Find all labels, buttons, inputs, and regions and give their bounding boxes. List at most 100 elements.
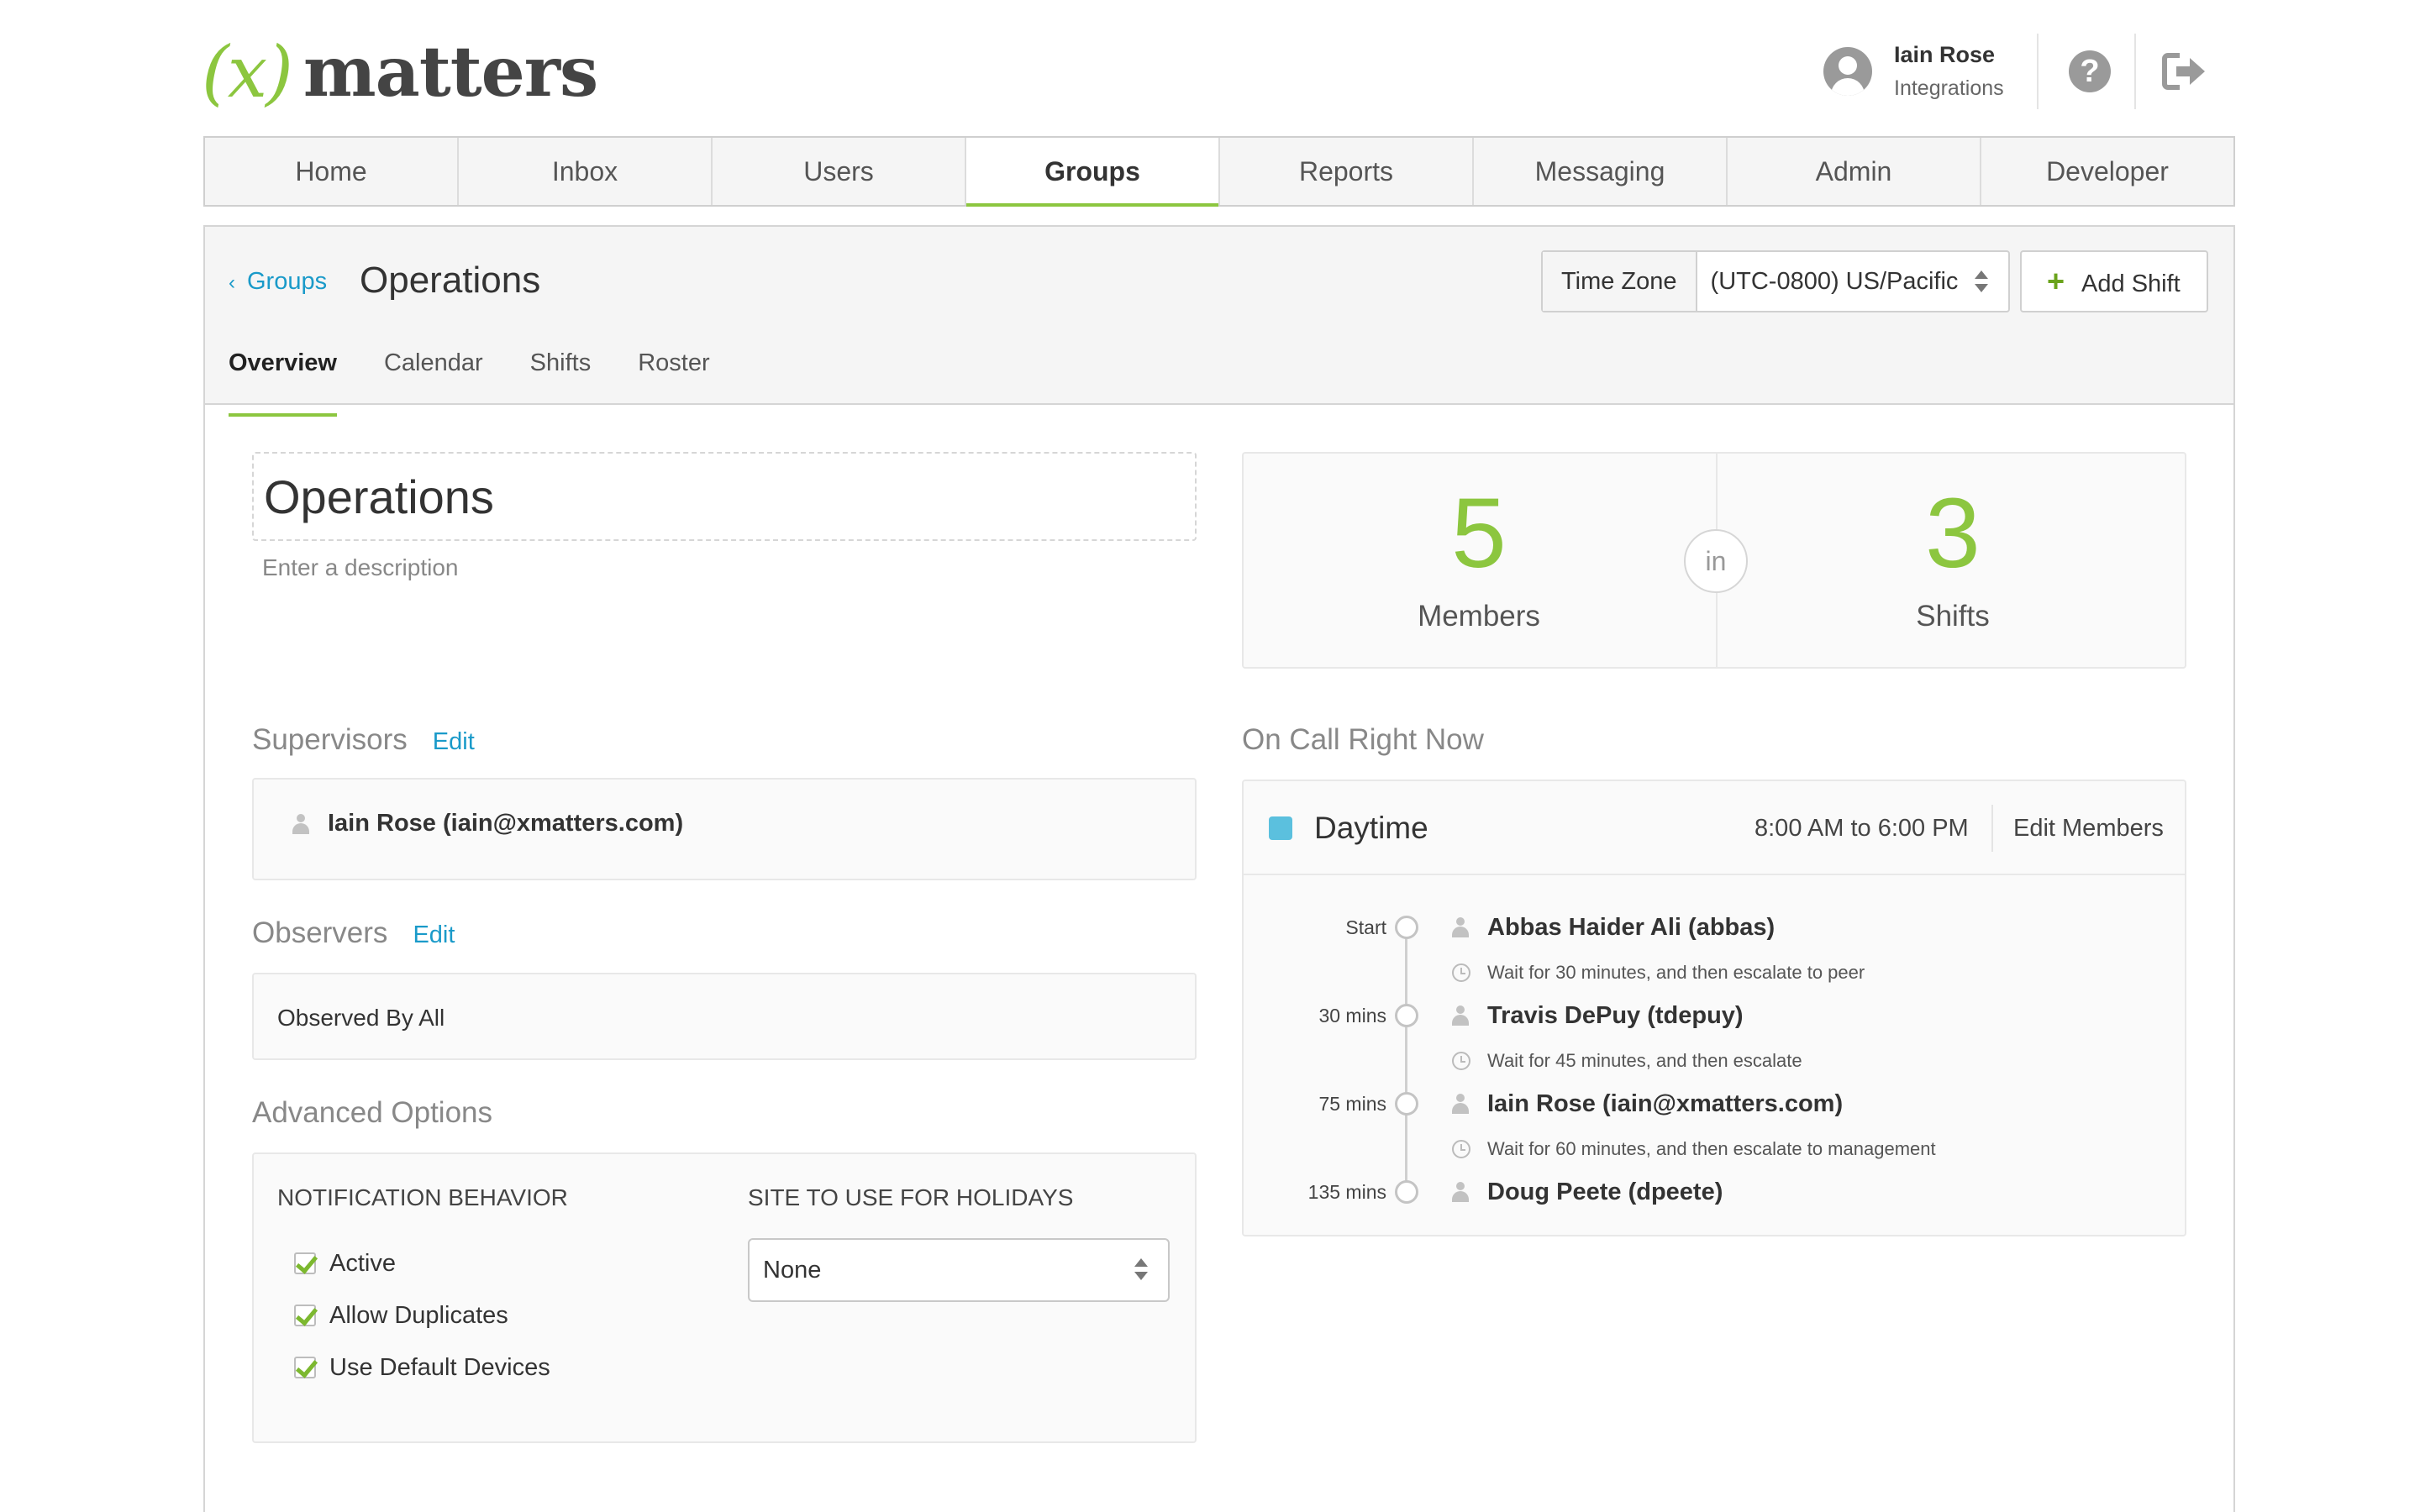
members-stat[interactable]: 5 Members	[1244, 479, 1714, 642]
escalation-wait: Wait for 45 minutes, and then escalate	[1452, 1046, 1802, 1076]
group-stats: 5 Members 3 Shifts in	[1242, 452, 2186, 669]
breadcrumb-label: Groups	[247, 268, 328, 295]
tab-roster[interactable]: Roster	[638, 336, 709, 403]
escalation-member[interactable]: Doug Peete (dpeete)	[1452, 1173, 1723, 1210]
user-role: Integrations	[1894, 76, 2004, 100]
nav-home[interactable]: Home	[205, 138, 459, 205]
observers-title: Observers	[252, 916, 388, 949]
escalation-member[interactable]: Abbas Haider Ali (abbas)	[1452, 909, 1775, 946]
shifts-stat[interactable]: 3 Shifts	[1718, 479, 2188, 642]
nav-messaging[interactable]: Messaging	[1474, 138, 1728, 205]
user-avatar-icon	[1823, 47, 1872, 96]
use-default-devices-checkbox-row[interactable]: Use Default Devices	[294, 1349, 550, 1386]
notification-behavior-header: NOTIFICATION BEHAVIOR	[277, 1184, 568, 1210]
time-zone-label: Time Zone	[1543, 252, 1697, 311]
active-checkbox[interactable]	[294, 1252, 316, 1274]
timeline-node	[1395, 1004, 1418, 1027]
person-icon	[292, 813, 309, 834]
main-nav: Home Inbox Users Groups Reports Messagin…	[203, 136, 2235, 207]
clock-icon	[1452, 1052, 1470, 1070]
nav-admin[interactable]: Admin	[1728, 138, 1981, 205]
edit-supervisors-link[interactable]: Edit	[433, 728, 475, 755]
user-menu[interactable]: Iain Rose Integrations	[1823, 34, 2004, 109]
holiday-site-select[interactable]: None	[748, 1238, 1170, 1302]
person-icon	[1452, 917, 1469, 937]
add-shift-button[interactable]: + Add Shift	[2020, 250, 2208, 312]
supervisors-heading: Supervisors Edit	[252, 719, 475, 763]
group-name-value: Operations	[264, 470, 494, 523]
xmatters-logo[interactable]: (x) matters	[202, 30, 598, 114]
timeline-node	[1395, 916, 1418, 939]
logo-mark: (x)	[202, 31, 293, 113]
select-arrows-icon	[1134, 1258, 1148, 1280]
nav-users[interactable]: Users	[713, 138, 966, 205]
active-label: Active	[329, 1250, 396, 1277]
group-tabs: Overview Calendar Shifts Roster	[229, 336, 757, 417]
edit-members-button[interactable]: Edit Members	[2013, 808, 2164, 848]
active-checkbox-row[interactable]: Active	[294, 1245, 396, 1282]
group-name-field[interactable]: Operations	[252, 452, 1197, 541]
advanced-options-card: NOTIFICATION BEHAVIOR SITE TO USE FOR HO…	[252, 1152, 1197, 1443]
supervisors-card: Iain Rose (iain@xmatters.com)	[252, 778, 1197, 880]
nav-developer[interactable]: Developer	[1981, 138, 2233, 205]
shift-time: 8:00 AM to 6:00 PM	[1754, 815, 1969, 842]
observers-card: Observed By All	[252, 973, 1197, 1060]
escalation-offset: 30 mins	[1318, 1005, 1386, 1026]
edit-observers-link[interactable]: Edit	[413, 921, 455, 948]
on-call-shift-header: Daytime 8:00 AM to 6:00 PM Edit Members	[1244, 781, 2185, 875]
holiday-site-header: SITE TO USE FOR HOLIDAYS	[748, 1184, 1074, 1210]
on-call-card: Daytime 8:00 AM to 6:00 PM Edit Members …	[1242, 780, 2186, 1236]
shift-color-swatch	[1269, 816, 1292, 840]
chevron-left-icon: ‹	[229, 271, 235, 294]
header-divider	[2037, 34, 2039, 109]
on-call-title: On Call Right Now	[1242, 723, 1484, 756]
tab-shifts[interactable]: Shifts	[530, 336, 592, 403]
clock-icon	[1452, 1140, 1470, 1158]
escalation-offset: 135 mins	[1307, 1181, 1386, 1203]
escalation-member[interactable]: Travis DePuy (tdepuy)	[1452, 997, 1744, 1034]
escalation-wait-text: Wait for 60 minutes, and then escalate t…	[1487, 1138, 1936, 1159]
shifts-count: 3	[1925, 478, 1981, 589]
nav-inbox[interactable]: Inbox	[459, 138, 713, 205]
group-panel: ‹ Groups Operations Time Zone (UTC-0800) …	[203, 225, 2235, 1512]
timeline-node	[1395, 1180, 1418, 1204]
members-label: Members	[1418, 600, 1540, 633]
user-name: Iain Rose	[1894, 42, 1996, 67]
escalation-member[interactable]: Iain Rose (iain@xmatters.com)	[1452, 1085, 1843, 1122]
person-icon	[1452, 1182, 1469, 1202]
escalation-wait: Wait for 30 minutes, and then escalate t…	[1452, 958, 1865, 988]
nav-groups[interactable]: Groups	[966, 138, 1220, 207]
observers-heading: Observers Edit	[252, 912, 455, 956]
supervisor-item: Iain Rose (iain@xmatters.com)	[292, 810, 683, 837]
header-divider	[1991, 805, 1993, 852]
advanced-options-title: Advanced Options	[252, 1096, 493, 1129]
escalation-member-name: Abbas Haider Ali (abbas)	[1487, 914, 1776, 941]
escalation-offset: Start	[1345, 916, 1386, 938]
allow-duplicates-checkbox[interactable]	[294, 1305, 316, 1326]
holiday-site-value: None	[763, 1257, 822, 1284]
shift-name[interactable]: Daytime	[1314, 805, 1428, 852]
tab-calendar[interactable]: Calendar	[384, 336, 483, 403]
time-zone-select[interactable]: (UTC-0800) US/Pacific	[1697, 252, 2008, 311]
escalation-wait: Wait for 60 minutes, and then escalate t…	[1452, 1134, 1936, 1164]
escalation-offset: 75 mins	[1318, 1093, 1386, 1115]
escalation-member-name: Doug Peete (dpeete)	[1487, 1179, 1723, 1205]
tab-overview[interactable]: Overview	[229, 336, 337, 417]
use-default-devices-checkbox[interactable]	[294, 1357, 316, 1378]
allow-duplicates-checkbox-row[interactable]: Allow Duplicates	[294, 1297, 508, 1334]
header-divider	[2134, 34, 2136, 109]
escalation-wait-text: Wait for 30 minutes, and then escalate t…	[1487, 962, 1865, 983]
timeline-node	[1395, 1092, 1418, 1116]
breadcrumb-groups-link[interactable]: ‹ Groups	[229, 260, 327, 304]
time-zone-selector[interactable]: Time Zone (UTC-0800) US/Pacific	[1541, 250, 2010, 312]
add-shift-label: Add Shift	[2081, 270, 2181, 297]
description-field[interactable]: Enter a description	[262, 549, 458, 586]
escalation-timeline-line	[1405, 929, 1407, 1194]
escalation-member-name: Iain Rose (iain@xmatters.com)	[1487, 1090, 1844, 1117]
nav-reports[interactable]: Reports	[1220, 138, 1474, 205]
use-default-devices-label: Use Default Devices	[329, 1354, 550, 1381]
sign-out-icon[interactable]	[2161, 50, 2208, 92]
question-circle-icon[interactable]: ?	[2069, 50, 2111, 92]
escalation-wait-text: Wait for 45 minutes, and then escalate	[1487, 1050, 1802, 1071]
observers-value: Observed By All	[277, 1005, 445, 1031]
